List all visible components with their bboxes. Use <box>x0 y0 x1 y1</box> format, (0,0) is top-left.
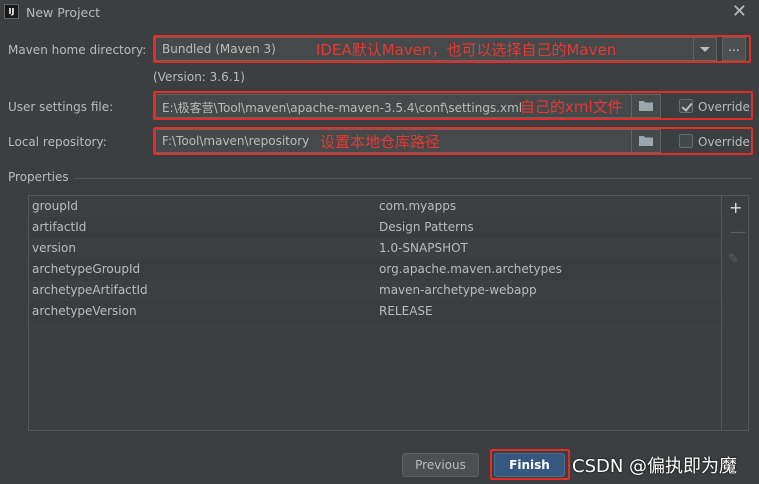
table-row[interactable]: groupId com.myapps <box>29 196 722 217</box>
property-value: org.apache.maven.archetypes <box>379 262 562 276</box>
properties-table[interactable]: groupId com.myapps artifactId Design Pat… <box>28 195 749 431</box>
previous-button[interactable]: Previous <box>402 453 479 477</box>
property-value: RELEASE <box>379 304 433 318</box>
table-row[interactable]: archetypeVersion RELEASE <box>29 301 722 322</box>
edit-pencil-icon[interactable]: ✎ <box>728 252 739 267</box>
properties-divider <box>74 178 752 179</box>
user-settings-highlight-box <box>153 91 753 120</box>
csdn-watermark: CSDN @偏执即为魔 <box>572 456 738 477</box>
user-settings-label: User settings file: <box>8 100 114 114</box>
properties-rows: groupId com.myapps artifactId Design Pat… <box>29 196 722 430</box>
properties-toolbar: + — ✎ <box>721 196 748 430</box>
table-row[interactable]: archetypeGroupId org.apache.maven.archet… <box>29 259 722 280</box>
property-key: archetypeVersion <box>32 304 137 318</box>
table-row[interactable]: version 1.0-SNAPSHOT <box>29 238 722 259</box>
property-value: 1.0-SNAPSHOT <box>379 241 468 255</box>
title-bar: IJ New Project ✕ <box>0 0 759 26</box>
maven-version-text: (Version: 3.6.1) <box>153 70 245 84</box>
property-value: maven-archetype-webapp <box>379 283 537 297</box>
table-row[interactable]: artifactId Design Patterns <box>29 217 722 238</box>
property-key: version <box>32 241 76 255</box>
property-value: Design Patterns <box>379 220 474 234</box>
add-icon[interactable]: + <box>729 198 742 217</box>
remove-icon[interactable]: — <box>730 222 746 241</box>
local-repo-highlight-box <box>153 127 753 155</box>
table-row[interactable]: archetypeArtifactId maven-archetype-weba… <box>29 280 722 301</box>
property-key: archetypeArtifactId <box>32 283 148 297</box>
intellij-app-icon: IJ <box>4 4 19 19</box>
local-repo-label: Local repository: <box>8 135 107 149</box>
property-value: com.myapps <box>379 199 457 213</box>
property-key: groupId <box>32 199 79 213</box>
window-title: New Project <box>26 5 101 20</box>
close-icon[interactable]: ✕ <box>732 1 747 22</box>
maven-home-label: Maven home directory: <box>8 43 147 57</box>
maven-home-highlight-box <box>153 35 751 63</box>
finish-highlight-box <box>490 449 570 480</box>
property-key: archetypeGroupId <box>32 262 141 276</box>
property-key: artifactId <box>32 220 87 234</box>
properties-title: Properties <box>8 170 69 184</box>
